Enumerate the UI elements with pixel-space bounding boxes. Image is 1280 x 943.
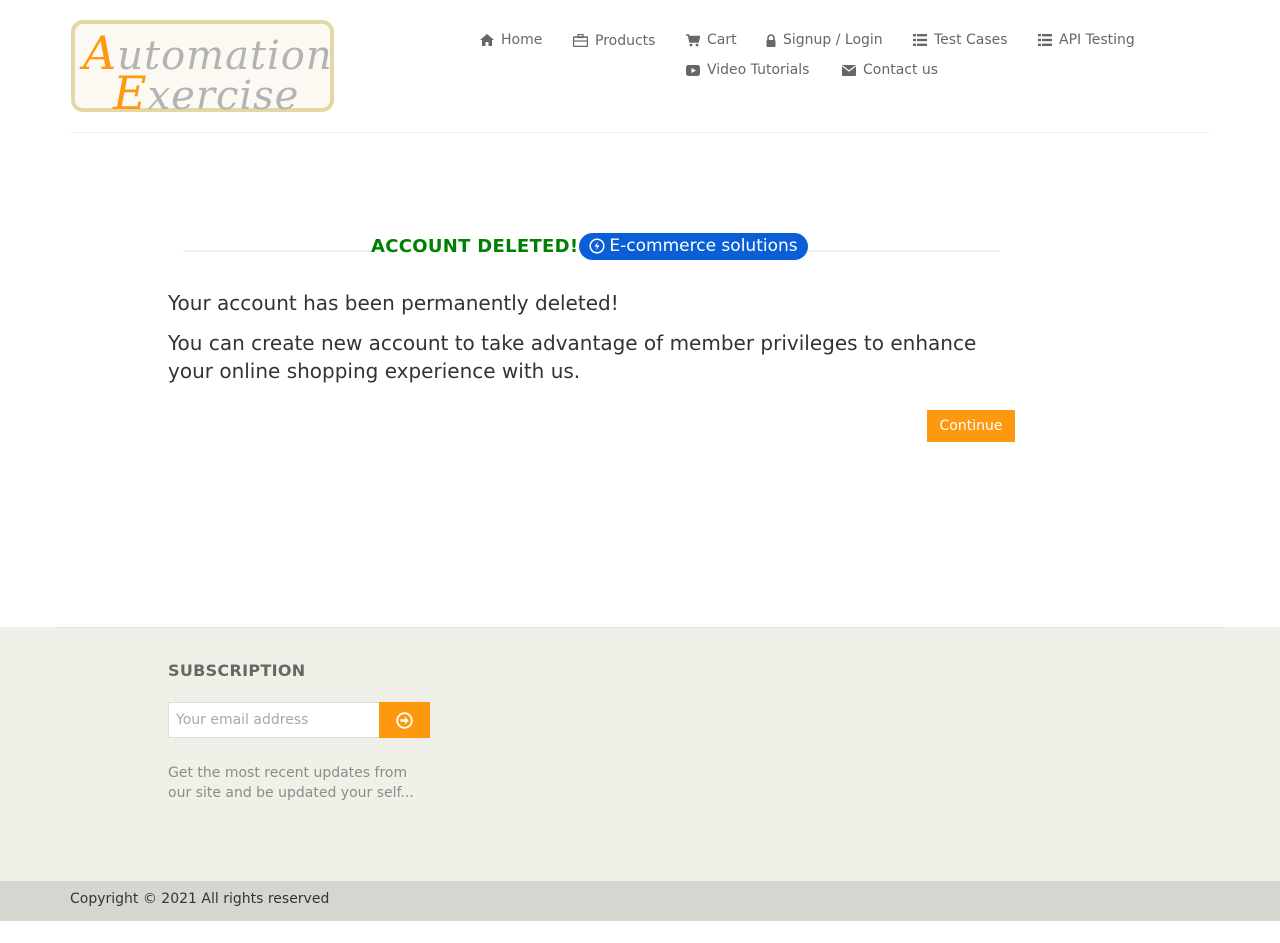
page-title: ACCOUNT DELETED! xyxy=(371,235,579,257)
deleted-message: Your account has been permanently delete… xyxy=(168,291,619,315)
site-header: Automation Exercise Home Products Cart S… xyxy=(0,0,1280,133)
nav-api-testing-label: API Testing xyxy=(1059,32,1135,48)
nav-video-tutorials[interactable]: Video Tutorials xyxy=(686,60,809,80)
nav-home[interactable]: Home xyxy=(480,30,542,50)
site-logo[interactable]: Automation Exercise xyxy=(71,20,334,120)
cart-icon xyxy=(686,33,700,46)
create-account-message: You can create new account to take advan… xyxy=(168,331,977,383)
subscription-description: Get the most recent updates from our sit… xyxy=(168,765,414,801)
briefcase-icon xyxy=(573,33,588,47)
promo-badge[interactable]: E-commerce solutions xyxy=(579,232,808,260)
copyright-text: Copyright © 2021 All rights reserved xyxy=(70,891,330,907)
subscription-title: SUBSCRIPTION xyxy=(168,661,306,680)
page-title-row: ACCOUNT DELETED! E-commerce solutions xyxy=(371,232,808,260)
nav-cart-label: Cart xyxy=(707,32,737,48)
nav-home-label: Home xyxy=(501,32,543,48)
list-icon xyxy=(913,34,927,46)
nav-products-label: Products xyxy=(595,33,656,49)
nav-contact-us-label: Contact us xyxy=(863,62,939,78)
nav-test-cases[interactable]: Test Cases xyxy=(913,30,1008,50)
subscribe-email-input[interactable] xyxy=(168,702,380,738)
nav-api-testing[interactable]: API Testing xyxy=(1038,30,1135,50)
header-divider xyxy=(70,132,1210,133)
home-icon xyxy=(480,34,494,46)
continue-button[interactable]: Continue xyxy=(927,410,1015,442)
nav-signup-login[interactable]: Signup / Login xyxy=(766,30,883,50)
footer-edge xyxy=(55,627,1225,628)
logo-text-line2: xercise xyxy=(147,73,300,119)
youtube-play-icon xyxy=(686,64,700,76)
nav-cart[interactable]: Cart xyxy=(686,30,737,50)
nav-test-cases-label: Test Cases xyxy=(934,32,1008,48)
subscribe-button[interactable] xyxy=(379,702,430,738)
list-icon xyxy=(1038,34,1052,46)
nav-video-tutorials-label: Video Tutorials xyxy=(707,62,810,78)
arrow-circle-right-icon xyxy=(396,711,413,729)
bolt-circle-icon xyxy=(589,238,605,254)
nav-signup-login-label: Signup / Login xyxy=(783,32,883,48)
lock-icon xyxy=(766,33,776,47)
logo-letter-e: E xyxy=(113,66,148,120)
envelope-icon xyxy=(842,64,856,76)
nav-contact-us[interactable]: Contact us xyxy=(842,60,938,80)
promo-badge-label: E-commerce solutions xyxy=(609,236,798,256)
nav-products[interactable]: Products xyxy=(573,30,655,50)
